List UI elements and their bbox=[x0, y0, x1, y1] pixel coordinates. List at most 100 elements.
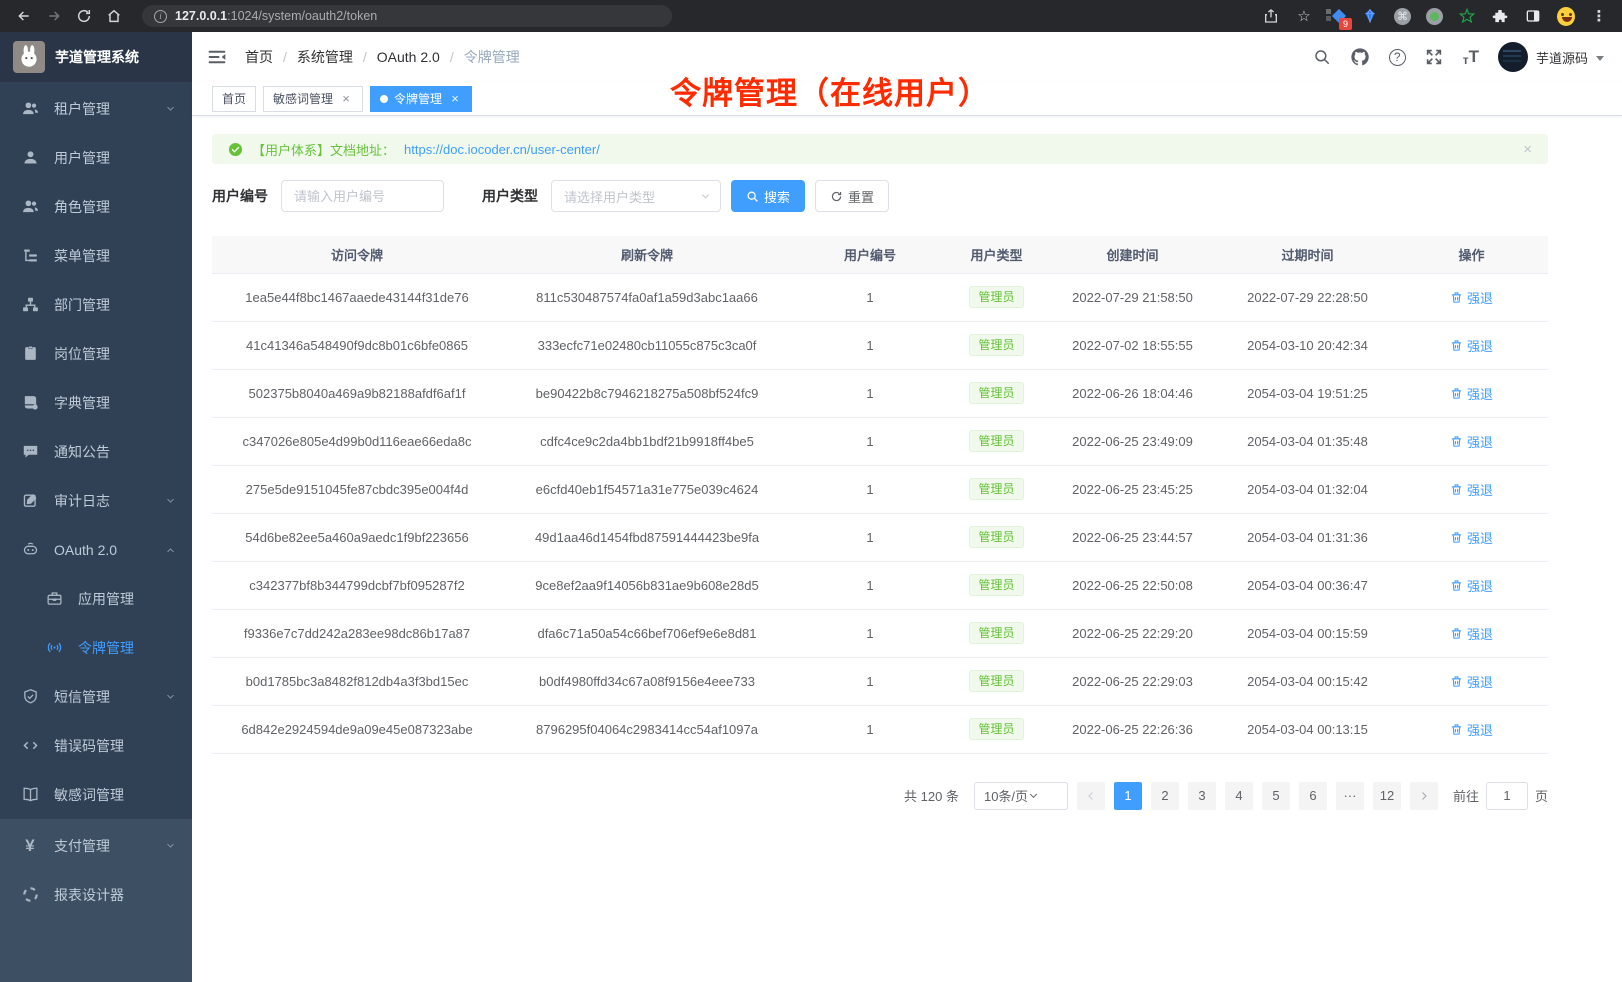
sidebar-item[interactable]: 租户管理 bbox=[0, 84, 192, 133]
page-size-select[interactable]: 10条/页 bbox=[974, 782, 1068, 810]
search-button[interactable]: 搜索 bbox=[731, 180, 805, 212]
sidebar-item[interactable]: 报表设计器 bbox=[0, 870, 192, 919]
address-bar[interactable]: i 127.0.0.1:1024/system/oauth2/token bbox=[142, 5, 672, 27]
share-icon[interactable] bbox=[1262, 7, 1280, 25]
alert-close-icon[interactable] bbox=[1523, 141, 1532, 158]
force-logout-button[interactable]: 强退 bbox=[1450, 384, 1493, 403]
browser-menu-icon[interactable] bbox=[1590, 7, 1608, 25]
refresh-token-cell: be90422b8c7946218275a508bf524fc9 bbox=[502, 369, 792, 417]
reload-button[interactable] bbox=[74, 6, 94, 26]
recorder-extension-icon[interactable] bbox=[1426, 8, 1443, 25]
help-icon[interactable] bbox=[1389, 49, 1406, 66]
sidebar-item[interactable]: 部门管理 bbox=[0, 280, 192, 329]
sidebar-item[interactable]: 岗位管理 bbox=[0, 329, 192, 378]
sidebar-item[interactable]: OAuth 2.0 bbox=[0, 525, 192, 574]
close-icon[interactable] bbox=[339, 92, 353, 106]
access-token-cell: 54d6be82ee5a460a9aedc1f9bf223656 bbox=[212, 513, 502, 561]
force-logout-button[interactable]: 强退 bbox=[1450, 720, 1493, 739]
view-tab[interactable]: 敏感词管理 bbox=[263, 86, 363, 112]
dict-icon bbox=[21, 394, 39, 412]
sidebar-item[interactable]: 字典管理 bbox=[0, 378, 192, 427]
force-logout-button[interactable]: 强退 bbox=[1450, 432, 1493, 451]
profile-avatar-icon[interactable] bbox=[1557, 7, 1575, 25]
force-logout-button[interactable]: 强退 bbox=[1450, 576, 1493, 595]
created-cell: 2022-07-02 18:55:55 bbox=[1045, 321, 1220, 369]
sidebar-item[interactable]: 短信管理 bbox=[0, 672, 192, 721]
sidebar-item[interactable]: ¥ 支付管理 bbox=[0, 821, 192, 870]
sidebar-item[interactable]: 菜单管理 bbox=[0, 231, 192, 280]
page-button[interactable]: 12 bbox=[1373, 782, 1401, 810]
doc-link[interactable]: https://doc.iocoder.cn/user-center/ bbox=[404, 142, 600, 157]
gem-extension-icon[interactable] bbox=[1361, 7, 1379, 25]
page-button[interactable]: 4 bbox=[1225, 782, 1253, 810]
font-size-icon[interactable] bbox=[1463, 47, 1479, 67]
next-page-button[interactable] bbox=[1410, 782, 1438, 810]
prev-page-button[interactable] bbox=[1077, 782, 1105, 810]
access-token-cell: b0d1785bc3a8482f812db4a3f3bd15ec bbox=[212, 657, 502, 705]
breadcrumb-item[interactable]: 系统管理 bbox=[297, 47, 377, 67]
side-panel-icon[interactable] bbox=[1524, 7, 1542, 25]
extension-diamond-icon[interactable]: 9 bbox=[1328, 7, 1346, 25]
back-button[interactable] bbox=[14, 6, 34, 26]
breadcrumb-item[interactable]: 首页 bbox=[245, 47, 297, 67]
refresh-token-cell: cdfc4ce9c2da4bb1bdf21b9918ff4be5 bbox=[502, 417, 792, 465]
user-id-cell: 1 bbox=[792, 609, 948, 657]
col-expires: 过期时间 bbox=[1220, 236, 1395, 273]
user-type-select[interactable]: 请选择用户类型 bbox=[551, 180, 721, 212]
page-button[interactable]: 2 bbox=[1151, 782, 1179, 810]
force-logout-button[interactable]: 强退 bbox=[1450, 528, 1493, 547]
goto-page-input[interactable] bbox=[1486, 782, 1528, 810]
search-icon[interactable] bbox=[1313, 48, 1332, 67]
view-tab[interactable]: 首页 bbox=[212, 86, 256, 112]
sidebar-item[interactable]: 应用管理 bbox=[0, 574, 192, 623]
page-button[interactable]: 1 bbox=[1114, 782, 1142, 810]
red-annotation-text: 令牌管理（在线用户） bbox=[670, 68, 990, 113]
force-logout-button[interactable]: 强退 bbox=[1450, 624, 1493, 643]
page-button[interactable]: 5 bbox=[1262, 782, 1290, 810]
app-logo[interactable]: 芋道管理系统 bbox=[0, 32, 192, 82]
sidebar-item[interactable]: 角色管理 bbox=[0, 182, 192, 231]
green-star-extension-icon[interactable] bbox=[1458, 7, 1476, 25]
delete-icon bbox=[1450, 435, 1463, 448]
home-button[interactable] bbox=[104, 6, 124, 26]
user-id-input[interactable] bbox=[281, 180, 444, 212]
user-type-cell: 管理员 bbox=[948, 321, 1045, 369]
sidebar-item[interactable]: 审计日志 bbox=[0, 476, 192, 525]
user-type-cell: 管理员 bbox=[948, 705, 1045, 753]
forward-button[interactable] bbox=[44, 6, 64, 26]
force-logout-button[interactable]: 强退 bbox=[1450, 288, 1493, 307]
sidebar-item-label: 岗位管理 bbox=[54, 344, 110, 364]
user-id-cell: 1 bbox=[792, 561, 948, 609]
breadcrumb-item[interactable]: OAuth 2.0 bbox=[377, 49, 464, 65]
user-menu[interactable]: 芋道源码 bbox=[1498, 42, 1604, 72]
view-tab[interactable]: 令牌管理 bbox=[370, 86, 472, 112]
sidebar-item[interactable]: 通知公告 bbox=[0, 427, 192, 476]
close-icon[interactable] bbox=[448, 92, 462, 106]
force-logout-button[interactable]: 强退 bbox=[1450, 336, 1493, 355]
view-tab-label: 敏感词管理 bbox=[273, 90, 333, 107]
sidebar-item-label: OAuth 2.0 bbox=[54, 542, 117, 558]
sms-icon bbox=[21, 688, 39, 706]
bookmark-star-icon[interactable] bbox=[1295, 7, 1313, 25]
fullscreen-icon[interactable] bbox=[1425, 48, 1444, 67]
sidebar-item[interactable]: 令牌管理 bbox=[0, 623, 192, 672]
page-content: 【用户体系】文档地址： https://doc.iocoder.cn/user-… bbox=[192, 116, 1622, 982]
page-button[interactable]: ··· bbox=[1336, 782, 1364, 810]
command-extension-icon[interactable] bbox=[1394, 8, 1411, 25]
reset-button[interactable]: 重置 bbox=[815, 180, 889, 212]
page-button[interactable]: 3 bbox=[1188, 782, 1216, 810]
site-info-icon[interactable]: i bbox=[154, 10, 167, 23]
sidebar-item[interactable]: 用户管理 bbox=[0, 133, 192, 182]
github-icon[interactable] bbox=[1351, 48, 1370, 67]
force-logout-button[interactable]: 强退 bbox=[1450, 480, 1493, 499]
sidebar-item[interactable]: 错误码管理 bbox=[0, 721, 192, 770]
table-body: 1ea5e44f8bc1467aaede43144f31de76 811c530… bbox=[212, 273, 1548, 753]
collapse-sidebar-icon[interactable] bbox=[206, 46, 228, 68]
created-cell: 2022-06-25 22:29:20 bbox=[1045, 609, 1220, 657]
force-logout-button[interactable]: 强退 bbox=[1450, 672, 1493, 691]
breadcrumb-item[interactable]: 令牌管理 bbox=[464, 47, 520, 67]
sidebar-item[interactable]: 敏感词管理 bbox=[0, 770, 192, 819]
user-type-badge: 管理员 bbox=[969, 526, 1023, 548]
page-button[interactable]: 6 bbox=[1299, 782, 1327, 810]
extensions-puzzle-icon[interactable] bbox=[1491, 7, 1509, 25]
